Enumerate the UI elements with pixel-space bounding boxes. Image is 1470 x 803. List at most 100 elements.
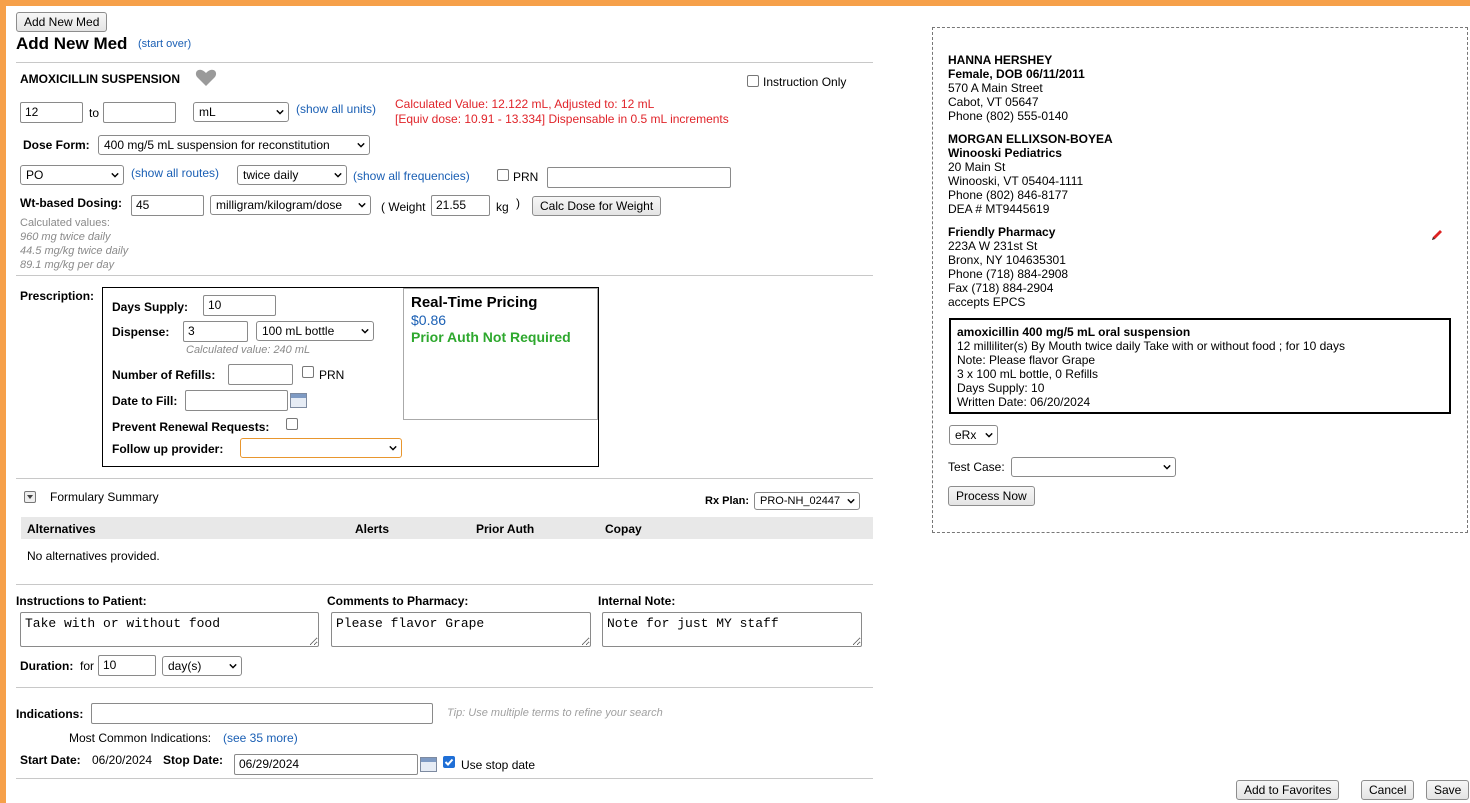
dispense-input[interactable]: 3 <box>183 321 248 342</box>
prior-auth-status: Prior Auth Not Required <box>411 329 571 345</box>
unit-select[interactable]: mL <box>193 102 289 122</box>
save-button[interactable]: Save <box>1426 780 1470 800</box>
prn-checkbox[interactable] <box>497 169 509 181</box>
common-indications-label: Most Common Indications: <box>69 731 212 745</box>
internal-note-textarea[interactable]: Note for just MY staff <box>602 612 862 647</box>
prn-reason-input[interactable] <box>547 167 731 188</box>
start-date-label: Start Date: <box>20 753 81 767</box>
show-all-routes-link[interactable]: (show all routes) <box>131 166 219 180</box>
chevron-down-icon <box>1163 464 1171 470</box>
heart-icon[interactable] <box>195 69 217 90</box>
rx-summary-box: amoxicillin 400 mg/5 mL oral suspension … <box>949 318 1451 414</box>
use-stop-date-checkbox[interactable] <box>443 756 455 768</box>
test-case-label: Test Case: <box>948 460 1005 474</box>
pencil-icon[interactable] <box>1430 228 1444 245</box>
provider-address2: Winooski, VT 05404-1111 <box>948 174 1084 188</box>
start-over-link[interactable]: (start over) <box>138 38 191 50</box>
dispense-unit-select[interactable]: 100 mL bottle <box>256 321 374 341</box>
see-more-link[interactable]: (see 35 more) <box>223 731 298 745</box>
days-supply-label: Days Supply: <box>112 300 189 314</box>
show-all-units-link[interactable]: (show all units) <box>296 102 376 116</box>
rx-summary-note: Note: Please flavor Grape <box>957 353 1096 367</box>
pricing-price: $0.86 <box>411 312 447 328</box>
days-supply-input[interactable]: 10 <box>203 295 276 316</box>
instruction-only-checkbox[interactable] <box>747 75 759 87</box>
date-fill-input[interactable] <box>185 390 288 411</box>
provider-name: MORGAN ELLIXSON-BOYEA <box>948 132 1113 146</box>
rx-summary-qty: 3 x 100 mL bottle, 0 Refills <box>957 367 1098 381</box>
follow-up-select[interactable] <box>240 438 402 458</box>
test-case-select[interactable] <box>1011 457 1176 477</box>
prn-label: PRN <box>513 170 539 184</box>
dose-to-input[interactable] <box>103 102 176 123</box>
duration-input[interactable]: 10 <box>98 655 156 676</box>
duration-unit-value: day(s) <box>168 659 202 673</box>
pharmacy-address1: 223A W 231st St <box>948 239 1038 253</box>
dose-from-input[interactable]: 12 <box>20 102 83 123</box>
chevron-down-icon <box>361 328 369 334</box>
indications-label: Indications: <box>16 707 84 721</box>
duration-unit-select[interactable]: day(s) <box>162 656 242 676</box>
calc-value-item: 89.1 mg/kg per day <box>20 259 115 271</box>
pharmacy-fax: Fax (718) 884-2904 <box>948 281 1054 295</box>
add-new-med-button[interactable]: Add New Med <box>16 12 108 32</box>
comments-pharmacy-textarea[interactable]: Please flavor Grape <box>331 612 591 647</box>
rx-summary-days: Days Supply: 10 <box>957 381 1045 395</box>
refills-prn-label: PRN <box>319 368 345 382</box>
chevron-down-icon <box>229 663 237 669</box>
wt-unit-value: milligram/kilogram/dose <box>216 198 343 212</box>
start-date-value: 06/20/2024 <box>92 753 153 767</box>
cancel-button[interactable]: Cancel <box>1361 780 1415 800</box>
calc-value-item: 960 mg twice daily <box>20 231 111 243</box>
calc-dose-button[interactable]: Calc Dose for Weight <box>532 196 662 216</box>
route-select[interactable]: PO <box>20 165 124 185</box>
column-header-prior-auth: Prior Auth <box>476 522 535 536</box>
rx-preview-panel: HANNA HERSHEY Female, DOB 06/11/2011 570… <box>932 27 1468 533</box>
patient-info: HANNA HERSHEY Female, DOB 06/11/2011 570… <box>948 53 1085 123</box>
calendar-icon[interactable] <box>420 757 437 772</box>
add-to-favorites-button[interactable]: Add to Favorites <box>1236 780 1340 800</box>
instructions-textarea[interactable]: Take with or without food <box>20 612 319 647</box>
calendar-icon[interactable] <box>290 393 307 408</box>
calc-value-item: 44.5 mg/kg twice daily <box>20 245 129 257</box>
refills-prn-checkbox[interactable] <box>302 366 314 378</box>
patient-sex-dob: Female, DOB 06/11/2011 <box>948 67 1085 81</box>
weight-input[interactable]: 21.55 <box>431 195 490 216</box>
wt-unit-select[interactable]: milligram/kilogram/dose <box>210 195 371 215</box>
instructions-label: Instructions to Patient: <box>16 594 147 608</box>
calc-value-line: Calculated Value: 12.122 mL, Adjusted to… <box>395 97 655 111</box>
comments-pharmacy-label: Comments to Pharmacy: <box>327 594 469 608</box>
prescription-label: Prescription: <box>20 289 95 303</box>
refills-input[interactable] <box>228 364 293 385</box>
prevent-renewal-label: Prevent Renewal Requests: <box>112 420 270 434</box>
indications-input[interactable] <box>91 703 433 724</box>
prevent-renewal-checkbox[interactable] <box>286 418 298 430</box>
use-stop-date-label: Use stop date <box>461 758 536 772</box>
provider-phone: Phone (802) 846-8177 <box>948 188 1069 202</box>
rx-plan-select[interactable]: PRO-NH_02447 <box>754 492 860 510</box>
divider <box>16 275 873 276</box>
wt-dose-input[interactable]: 45 <box>131 195 204 216</box>
send-method-select[interactable]: eRx <box>949 425 998 445</box>
dose-form-select[interactable]: 400 mg/5 mL suspension for reconstitutio… <box>98 135 370 155</box>
column-header-alternatives: Alternatives <box>27 522 96 536</box>
no-alternatives-text: No alternatives provided. <box>27 549 160 563</box>
collapse-toggle-icon[interactable] <box>24 491 36 503</box>
patient-address1: 570 A Main Street <box>948 81 1043 95</box>
to-label: to <box>89 106 100 120</box>
chevron-down-icon <box>111 172 119 178</box>
rx-summary-sig: 12 milliliter(s) By Mouth twice daily Ta… <box>957 339 1345 353</box>
kg-label: kg <box>496 200 509 214</box>
provider-dea: DEA # MT9445619 <box>948 202 1050 216</box>
refills-label: Number of Refills: <box>112 368 216 382</box>
stop-date-input[interactable]: 06/29/2024 <box>234 754 418 775</box>
frequency-select[interactable]: twice daily <box>237 165 347 185</box>
formulary-title: Formulary Summary <box>50 490 159 504</box>
rx-summary-title: amoxicillin 400 mg/5 mL oral suspension <box>957 325 1191 339</box>
send-method-value: eRx <box>955 428 977 442</box>
pharmacy-name: Friendly Pharmacy <box>948 225 1056 239</box>
chevron-down-icon <box>985 432 993 438</box>
show-all-frequencies-link[interactable]: (show all frequencies) <box>353 169 470 183</box>
formulary-table-header <box>21 517 873 539</box>
process-now-button[interactable]: Process Now <box>948 486 1035 506</box>
